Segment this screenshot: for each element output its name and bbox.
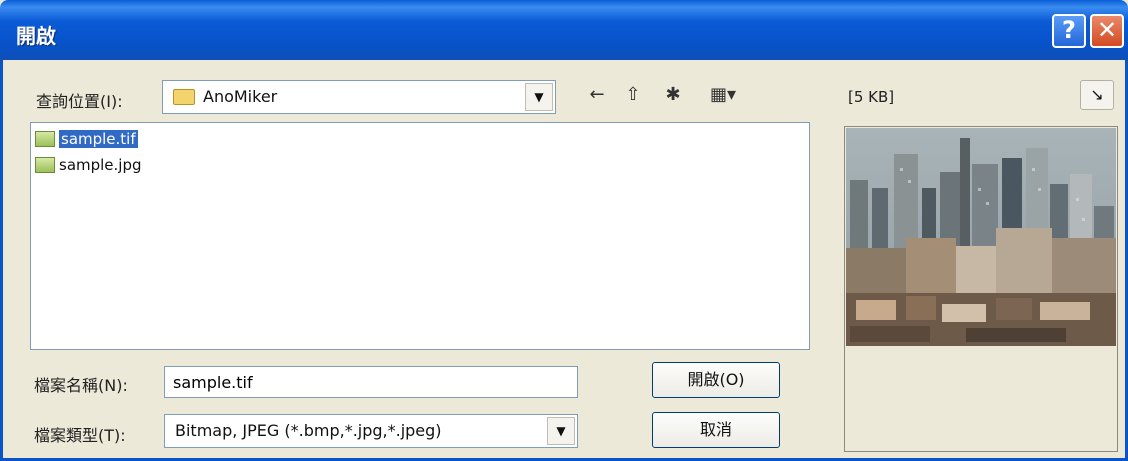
file-name: sample.tif [59, 130, 138, 148]
chevron-down-icon[interactable]: ▼ [525, 83, 553, 111]
lookin-combo[interactable]: AnoMiker ▼ [162, 80, 556, 114]
new-folder-icon[interactable]: ✱ [660, 84, 686, 108]
preview-size-label: [5 KB] [848, 88, 895, 106]
back-icon[interactable]: ← [584, 84, 610, 108]
view-menu-icon[interactable]: ▦▾ [702, 84, 744, 108]
filetype-value: Bitmap, JPEG (*.bmp,*.jpg,*.jpeg) [175, 421, 442, 440]
filename-label: 檔案名稱(N): [34, 376, 128, 395]
lookin-label: 查詢位置(I): [36, 92, 123, 111]
up-folder-icon[interactable]: ⇧ [620, 84, 646, 108]
filetype-label: 檔案類型(T): [34, 426, 126, 445]
filename-input[interactable] [165, 367, 577, 397]
image-file-icon [35, 157, 55, 173]
list-item[interactable]: sample.jpg [35, 155, 142, 175]
chevron-down-icon[interactable]: ▼ [547, 417, 575, 445]
title-bar[interactable]: 開啟 ? ✕ [0, 0, 1128, 60]
open-button[interactable]: 開啟(O) [652, 362, 780, 398]
filename-field[interactable] [164, 366, 578, 398]
lookin-value: AnoMiker [203, 87, 278, 106]
list-item[interactable]: sample.tif [35, 129, 138, 149]
close-button[interactable]: ✕ [1090, 14, 1124, 48]
file-name: sample.jpg [59, 156, 142, 174]
file-list[interactable]: sample.tif sample.jpg [30, 122, 810, 350]
preview-toggle-button[interactable]: ↘ [1080, 80, 1114, 110]
help-button[interactable]: ? [1052, 14, 1086, 48]
preview-image [846, 128, 1116, 346]
image-file-icon [35, 131, 55, 147]
folder-icon [173, 89, 195, 105]
filetype-select[interactable]: Bitmap, JPEG (*.bmp,*.jpg,*.jpeg) ▼ [164, 414, 578, 448]
cancel-button[interactable]: 取消 [652, 412, 780, 448]
dialog-title: 開啟 [16, 24, 56, 48]
